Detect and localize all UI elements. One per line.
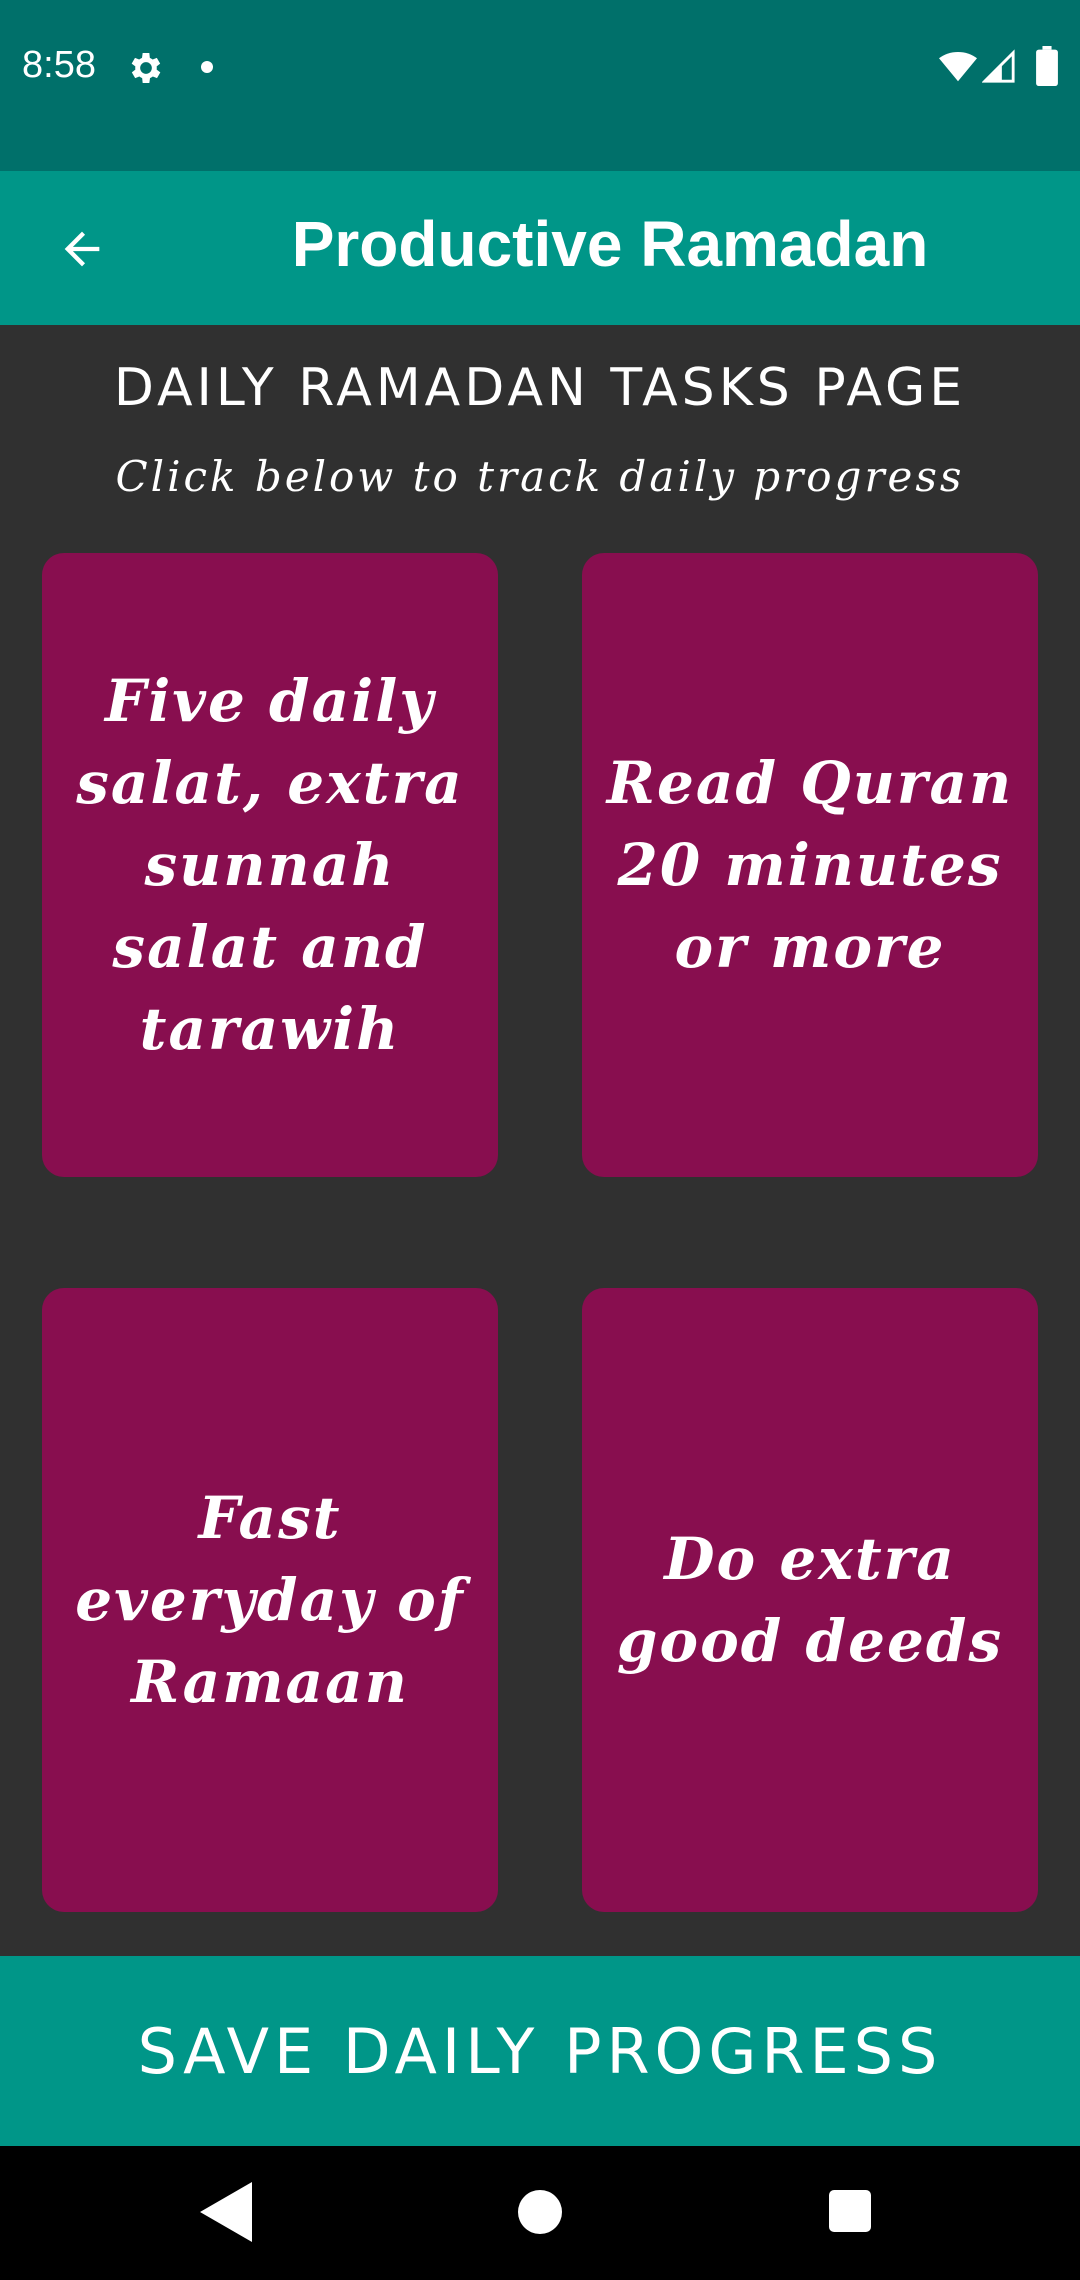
recents-square-icon[interactable] <box>829 2190 871 2232</box>
gear-icon <box>131 53 161 83</box>
app-bar: Productive Ramadan <box>0 171 1080 325</box>
status-time: 8:58 <box>22 44 96 86</box>
battery-icon <box>1036 46 1058 86</box>
status-bar: 8:58 <box>0 0 1080 171</box>
navigation-bar <box>0 2146 1080 2280</box>
save-daily-progress-button[interactable]: SAVE DAILY PROGRESS <box>0 1956 1080 2146</box>
task-card-label: Read Quran 20 minutes or more <box>606 749 1014 981</box>
task-card-label: Five daily salat, extra sunnah salat and… <box>76 667 464 1063</box>
back-button[interactable] <box>38 205 126 293</box>
task-card-good-deeds[interactable]: Do extra good deeds <box>582 1288 1038 1912</box>
app-title: Productive Ramadan <box>291 208 929 280</box>
home-circle-icon[interactable] <box>518 2190 562 2234</box>
page-subheading: Click below to track daily progress <box>115 452 965 501</box>
notification-dot-icon <box>201 61 213 73</box>
page-heading: DAILY RAMADAN TASKS PAGE <box>113 358 967 418</box>
back-triangle-icon[interactable] <box>200 2182 252 2242</box>
task-card-salat[interactable]: Five daily salat, extra sunnah salat and… <box>42 553 498 1177</box>
task-card-quran[interactable]: Read Quran 20 minutes or more <box>582 553 1038 1177</box>
task-card-fast[interactable]: Fast everyday of Ramaan <box>42 1288 498 1912</box>
signal-icon <box>982 49 1015 83</box>
arrow-back-icon <box>64 231 100 267</box>
task-card-label: Do extra good deeds <box>616 1525 1004 1675</box>
save-button-label: SAVE DAILY PROGRESS <box>137 2014 943 2088</box>
wifi-icon <box>939 51 977 82</box>
task-card-label: Fast everyday of Ramaan <box>75 1484 465 1716</box>
